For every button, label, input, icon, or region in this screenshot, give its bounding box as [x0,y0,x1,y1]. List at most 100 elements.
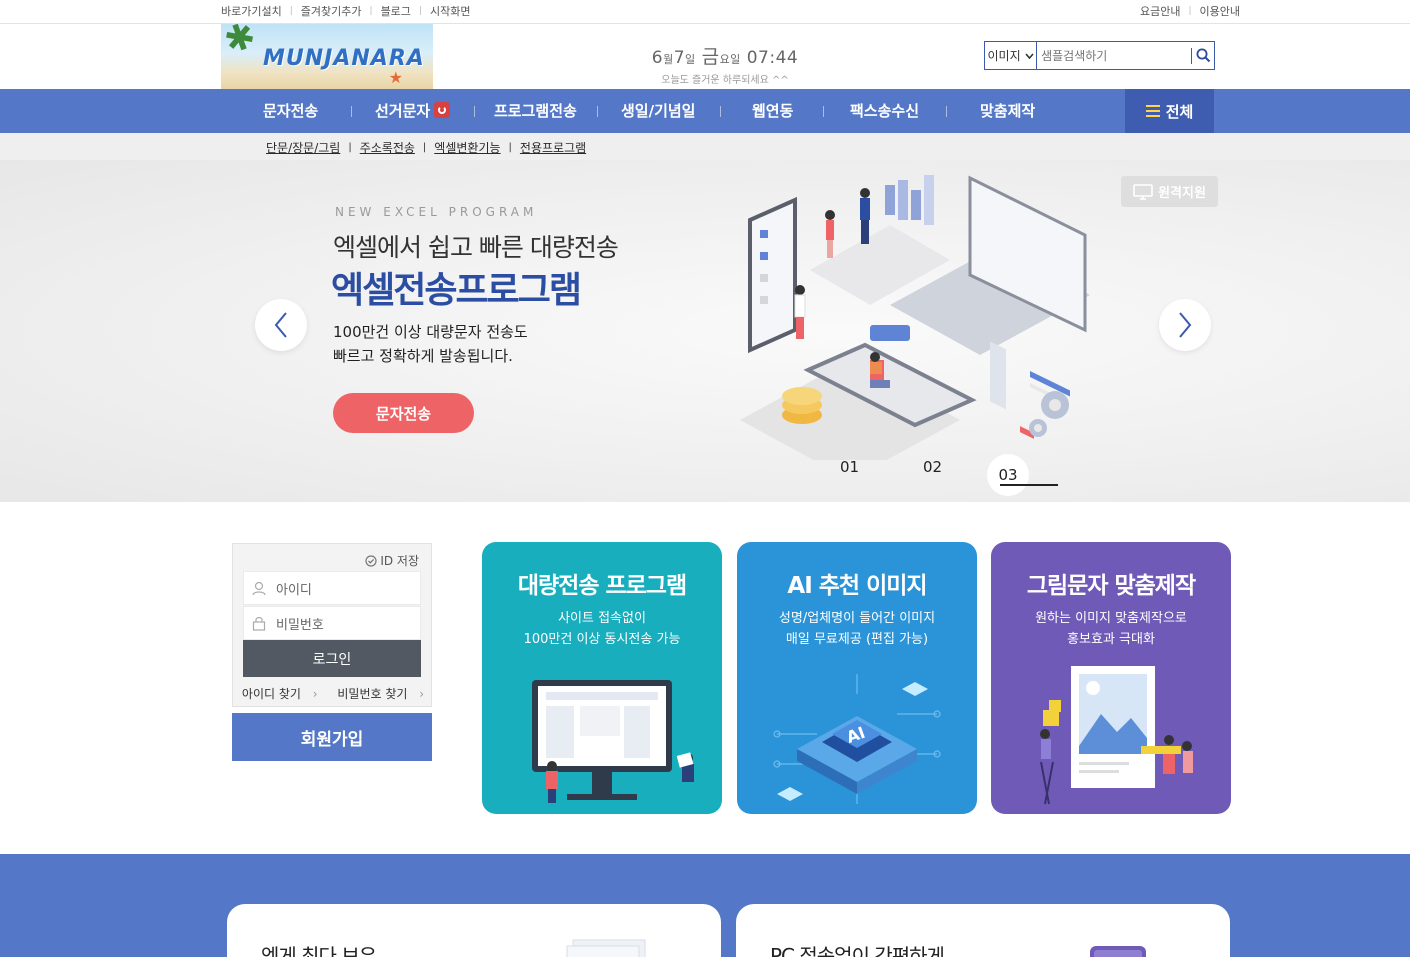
chevron-right-icon [1179,312,1192,338]
nav-item-fax[interactable]: 팩스송수신 [850,89,919,133]
tablet-illustration [748,196,797,354]
date-weekday-unit: 요일 [719,53,741,66]
hero-illustration [740,175,1090,460]
find-id-label: 아이디 찾기 [241,687,301,701]
utility-left-links: 바로가기설치 | 즐겨찾기추가 | 블로그 | 시작화면 [221,3,470,19]
util-link-add-favorite[interactable]: 즐겨찾기추가 [301,3,362,19]
card-desc-line2: 홍보효과 극대화 [1067,632,1155,647]
hero-cta-button[interactable]: 문자전송 [333,393,474,433]
remote-support-button[interactable]: 원격지원 [1121,176,1218,207]
utility-bar: 바로가기설치 | 즐겨찾기추가 | 블로그 | 시작화면 요금안내 | 이용안내 [0,0,1410,24]
card-desc-line1: 원하는 이미지 맞춤제작으로 [1035,611,1187,626]
util-link-install-shortcut[interactable]: 바로가기설치 [221,3,282,19]
nav-item-custom[interactable]: 맞춤제작 [980,89,1035,133]
search-button[interactable] [1191,47,1214,64]
nav-item-program[interactable]: 프로그램전송 [494,89,577,133]
account-find-links: 아이디 찾기 › 비밀번호 찾기 › [233,685,433,702]
subnav-item-excel-convert[interactable]: 엑셀변환기능 [434,139,500,156]
hero-desc-line2: 빠르고 정확하게 발송됩니다. [333,347,513,365]
nav-item-election[interactable]: 선거문자 [375,89,451,133]
divider [474,106,475,117]
lock-icon [252,617,266,631]
date-day-unit: 일 [685,53,696,66]
picture-frame-illustration [1040,666,1193,805]
util-link-start-page[interactable]: 시작화면 [430,3,470,19]
subnav-item-dedicated-program[interactable]: 전용프로그램 [520,139,586,156]
chevron-left-icon [274,312,287,338]
card-desc: 원하는 이미지 맞춤제작으로 홍보효과 극대화 [991,608,1231,650]
nav-item-label: 선거문자 [375,102,431,120]
card-ai-image[interactable]: AI 추천 이미지 성명/업체명이 들어간 이미지 매일 무료제공 (편집 가능… [737,542,977,814]
password-placeholder: 비밀번호 [276,617,324,633]
search-input[interactable] [1037,42,1192,69]
hero-prev-button[interactable] [255,299,307,351]
chart-bars-illustration [885,175,934,225]
date-greeting: 오늘도 즐거운 하루되세요 ^^ [661,75,789,86]
login-box: ID 저장 아이디 비밀번호 로그인 아이디 찾기 › 비밀번호 찾기 › [232,543,432,707]
image-stack-icon [566,939,646,957]
divider: | [348,142,352,153]
monitor-icon [1133,183,1153,200]
phone-icon [1090,946,1146,957]
subnav-item-message-types[interactable]: 단문/장문/그림 [266,139,340,156]
search-box: 이미지 [984,41,1215,70]
feature-panel-title: 엑게 최다 보유 [261,944,377,957]
divider [597,106,598,117]
ai-chip-illustration: AI [773,674,941,804]
card-desc-line2: 100만건 이상 동시전송 가능 [523,632,681,647]
id-field[interactable]: 아이디 [243,571,421,605]
date-main: 6월7일 금요일 07:44 [630,42,820,69]
nav-item-sms[interactable]: 문자전송 [263,89,318,133]
hero-pager-02[interactable]: 02 [923,458,942,476]
password-field[interactable]: 비밀번호 [243,606,421,640]
card-bulk-program[interactable]: 대량전송 프로그램 사이트 접속없이 100만건 이상 동시전송 가능 [482,542,722,814]
find-id-link[interactable]: 아이디 찾기 › [238,687,322,701]
card-desc-line1: 사이트 접속없이 [558,611,646,626]
card-desc-line1: 성명/업체명이 들어간 이미지 [778,611,936,626]
nav-all-label: 전체 [1165,102,1194,121]
search-category-value: 이미지 [987,49,1021,63]
remote-support-label: 원격지원 [1158,186,1206,201]
divider [351,106,352,117]
hero-banner: NEW EXCEL PROGRAM 엑셀에서 쉽고 빠른 대량전송 엑셀전송프로… [0,160,1410,502]
divider: | [422,142,427,153]
save-id-checkbox[interactable]: ID 저장 [365,552,419,569]
subnav-item-address-book[interactable]: 주소록전송 [360,139,415,156]
hero-desc-line1: 100만건 이상 대량문자 전송도 [333,323,528,341]
card-title: AI 추천 이미지 [787,573,927,599]
util-link-blog[interactable]: 블로그 [381,3,411,19]
card-desc-line2: 매일 무료제공 (편집 가능) [785,632,929,647]
search-category-select[interactable]: 이미지 [985,42,1038,69]
nav-item-web-link[interactable]: 웹연동 [752,89,793,133]
feature-panel-title: PC 접속없이 간편하게 [770,944,945,957]
util-link-pricing[interactable]: 요금안내 [1140,3,1180,19]
feature-panel[interactable]: PC 접속없이 간편하게 [736,904,1230,957]
divider [946,106,947,117]
main-nav: 문자전송 선거문자 프로그램전송 생일/기념일 웹연동 팩스송수신 맞춤제작 전… [0,89,1410,133]
save-id-label: ID 저장 [380,554,419,568]
util-link-guide[interactable]: 이용안내 [1200,3,1240,19]
id-placeholder: 아이디 [276,582,312,598]
login-button[interactable]: 로그인 [243,640,421,677]
check-circle-icon [365,554,377,567]
site-header: ✱ MUNJANARA ★ 6월7일 금요일 07:44 오늘도 즐거운 하루되… [0,24,1410,89]
hero-headline: 엑셀에서 쉽고 빠른 대량전송 [333,233,619,262]
election-badge-icon [434,102,451,118]
nav-item-anniversary[interactable]: 생일/기념일 [621,89,695,133]
nav-all-button[interactable]: 전체 [1125,89,1214,133]
join-button[interactable]: 회원가입 [232,713,432,761]
feature-panel[interactable]: 엑게 최다 보유 [227,904,721,957]
chevron-right-icon: › [419,687,425,701]
find-password-link[interactable]: 비밀번호 찾기 › [333,687,428,701]
hero-pager-01[interactable]: 01 [840,458,859,476]
hero-pager-03[interactable]: 03 [987,454,1029,496]
chevron-down-icon [1025,52,1034,59]
date-day: 7 [673,48,686,68]
hero-next-button[interactable] [1159,299,1211,351]
hero-title: 엑셀전송프로그램 [331,270,582,311]
site-logo[interactable]: ✱ MUNJANARA ★ [221,24,433,89]
card-custom-image[interactable]: 그림문자 맞춤제작 원하는 이미지 맞춤제작으로 홍보효과 극대화 [991,542,1231,814]
divider [720,106,721,117]
coins-illustration [782,387,822,424]
date-month: 6 [651,48,664,68]
